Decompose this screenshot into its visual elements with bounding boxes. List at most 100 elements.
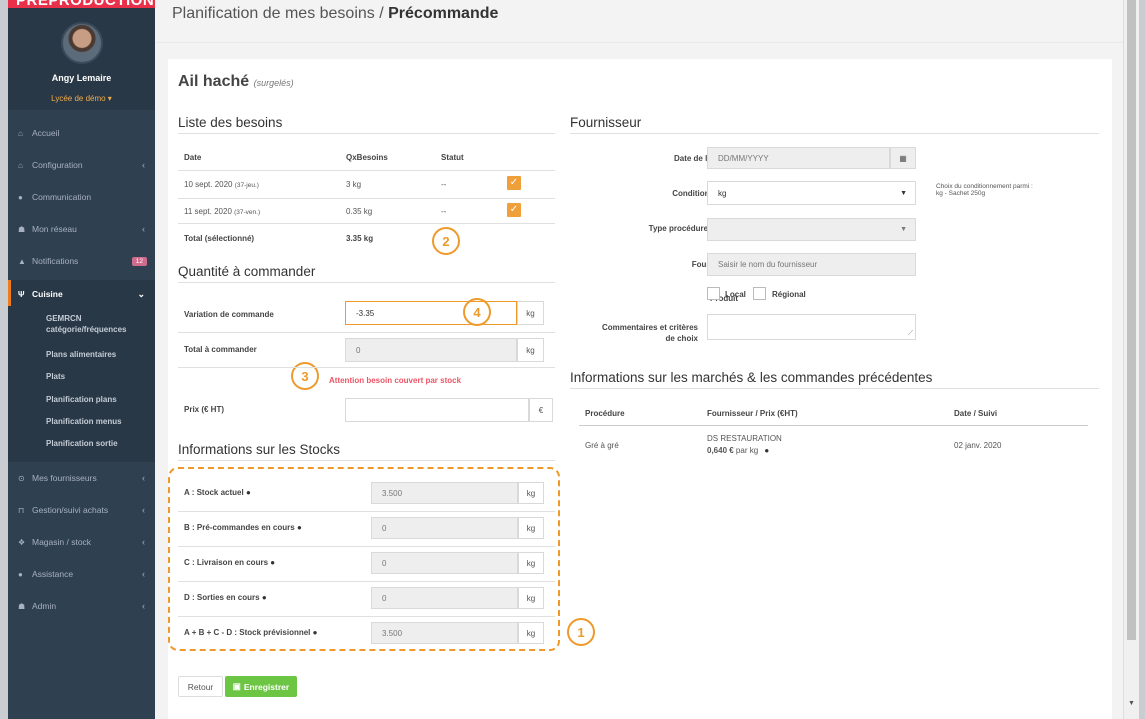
variation-unit: kg bbox=[517, 301, 544, 325]
main-content: Ail haché (surgelés) Liste des besoins D… bbox=[155, 43, 1123, 719]
cutlery-icon: Ψ bbox=[18, 289, 25, 299]
brand-banner: PREPRODUCTION bbox=[8, 0, 155, 8]
annotation-marker-4: 4 bbox=[463, 298, 491, 326]
sidebar-item-communication[interactable]: ● Communication bbox=[8, 183, 155, 211]
brand-label: PREPRODUCTION bbox=[16, 0, 154, 8]
sidebar-item-label: Mes fournisseurs bbox=[32, 473, 97, 483]
scrollbar-thumb[interactable] bbox=[1127, 0, 1136, 640]
stock-row-label: A + B + C - D : Stock prévisionnel ● bbox=[184, 628, 317, 637]
prix-input[interactable] bbox=[345, 398, 529, 422]
sidebar-item-admin[interactable]: ☗ Admin ‹ bbox=[8, 592, 155, 620]
sidebar-item-mon-reseau[interactable]: ☗ Mon réseau ‹ bbox=[8, 215, 155, 243]
calendar-icon[interactable]: ▦ bbox=[890, 147, 916, 169]
info-icon[interactable]: ● bbox=[764, 446, 769, 455]
bell-icon: ▲ bbox=[18, 256, 26, 266]
divider bbox=[570, 133, 1099, 134]
sidebar-item-label: Gestion/suivi achats bbox=[32, 505, 109, 515]
divider bbox=[570, 388, 1099, 389]
avatar[interactable] bbox=[61, 22, 103, 64]
stock-row-label: A : Stock actuel ● bbox=[184, 488, 251, 497]
stock-unit: kg bbox=[518, 482, 544, 504]
row-procedure: Gré à gré bbox=[585, 441, 619, 450]
regional-label: Régional bbox=[772, 290, 806, 299]
sidebar-item-cuisine[interactable]: Ψ Cuisine ⌄ bbox=[8, 280, 155, 308]
row-select-checkbox[interactable]: ✓ bbox=[507, 203, 521, 217]
fournisseur-input[interactable]: Saisir le nom du fournisseur bbox=[707, 253, 916, 276]
total-selected-value: 3.35 kg bbox=[346, 234, 374, 243]
submenu-planification-menus[interactable]: Planification menus bbox=[46, 416, 122, 427]
type-procedure-select[interactable]: ▼ bbox=[707, 218, 916, 241]
stock-warning-message: Attention besoin couvert par stock bbox=[329, 376, 462, 385]
sidebar-item-magasin-stock[interactable]: ❖ Magasin / stock ‹ bbox=[8, 528, 155, 556]
commentaires-textarea[interactable]: ⟋ bbox=[707, 314, 916, 340]
page-header: Planification de mes besoins / Précomman… bbox=[155, 0, 1123, 43]
sidebar-item-configuration[interactable]: ⌂ Configuration ‹ bbox=[8, 151, 155, 179]
notifications-badge: 12 bbox=[131, 256, 147, 266]
livraison-input[interactable]: 0 bbox=[371, 552, 518, 574]
submenu-plans-alimentaires[interactable]: Plans alimentaires bbox=[46, 349, 116, 360]
row-day: (37-jeu.) bbox=[234, 182, 259, 189]
sidebar-item-accueil[interactable]: ⌂ Accueil bbox=[8, 119, 155, 147]
total-commande-unit: kg bbox=[517, 338, 544, 362]
caret-down-icon: ▼ bbox=[900, 226, 907, 233]
scroll-down-arrow-icon[interactable]: ▼ bbox=[1128, 700, 1135, 707]
caret-down-icon: ▼ bbox=[900, 189, 907, 197]
sidebar-item-label: Configuration bbox=[32, 160, 83, 170]
label-line: de choix bbox=[665, 334, 698, 343]
local-checkbox[interactable] bbox=[707, 287, 720, 300]
chevron-left-icon: ‹ bbox=[142, 224, 145, 234]
resize-handle-icon[interactable]: ⟋ bbox=[908, 330, 913, 338]
divider bbox=[178, 460, 555, 461]
cubes-icon: ❖ bbox=[18, 537, 26, 547]
divider bbox=[178, 511, 555, 512]
divider bbox=[178, 332, 555, 333]
row-date: 11 sept. 2020 (37-ven.) bbox=[184, 207, 260, 216]
row-qx: 0.35 kg bbox=[346, 207, 373, 216]
col-header-qx: QxBesoins bbox=[346, 153, 388, 162]
admin-users-icon: ☗ bbox=[18, 601, 26, 611]
stock-actuel-input[interactable]: 3.500 bbox=[371, 482, 518, 504]
prix-currency: € bbox=[529, 398, 553, 422]
date-livraison-input[interactable]: DD/MM/YYYY bbox=[707, 147, 890, 169]
sidebar-item-gestion-achats[interactable]: ⊓ Gestion/suivi achats ‹ bbox=[8, 496, 155, 524]
submenu-planification-sortie[interactable]: Planification sortie bbox=[46, 438, 118, 449]
variation-label: Variation de commande bbox=[184, 310, 274, 319]
product-category: (surgelés) bbox=[253, 78, 294, 88]
scrollbar[interactable]: ▼ bbox=[1123, 0, 1139, 719]
stock-label-text: D : Sorties en cours bbox=[184, 593, 260, 602]
save-button[interactable]: ▣ Enregistrer bbox=[225, 676, 297, 697]
window-frame-left bbox=[0, 0, 8, 719]
stock-row-label: C : Livraison en cours ● bbox=[184, 558, 275, 567]
stock-previsionnel-input[interactable]: 3.500 bbox=[371, 622, 518, 644]
chevron-left-icon: ‹ bbox=[142, 569, 145, 579]
comments-icon: ● bbox=[18, 192, 23, 202]
submenu-plats[interactable]: Plats bbox=[46, 371, 65, 382]
chevron-left-icon: ‹ bbox=[142, 537, 145, 547]
conditionnement-select[interactable]: kg ▼ bbox=[707, 181, 916, 205]
chevron-left-icon: ‹ bbox=[142, 505, 145, 515]
window-frame-right bbox=[1139, 0, 1145, 719]
sidebar-item-notifications[interactable]: ▲ Notifications 12 bbox=[8, 247, 155, 275]
precommandes-input[interactable]: 0 bbox=[371, 517, 518, 539]
sidebar-item-assistance[interactable]: ● Assistance ‹ bbox=[8, 560, 155, 588]
divider bbox=[178, 367, 555, 368]
row-select-checkbox[interactable]: ✓ bbox=[507, 176, 521, 190]
row-date-suivi: 02 janv. 2020 bbox=[954, 441, 1002, 450]
retour-button[interactable]: Retour bbox=[178, 676, 223, 697]
info-icon: ● bbox=[270, 558, 276, 567]
school-dropdown[interactable]: Lycée de démo ▾ bbox=[8, 94, 155, 103]
chevron-left-icon: ‹ bbox=[142, 601, 145, 611]
fournisseur-section-title: Fournisseur bbox=[570, 115, 642, 130]
total-commande-input[interactable]: 0 bbox=[345, 338, 517, 362]
submenu-gemrcn[interactable]: GEMRCN catégorie/fréquences bbox=[46, 313, 146, 335]
submenu-planification-plans[interactable]: Planification plans bbox=[46, 394, 117, 405]
regional-checkbox[interactable] bbox=[753, 287, 766, 300]
precommande-panel: Ail haché (surgelés) Liste des besoins D… bbox=[168, 59, 1112, 719]
divider bbox=[178, 616, 555, 617]
sidebar-item-mes-fournisseurs[interactable]: ⊙ Mes fournisseurs ‹ bbox=[8, 464, 155, 492]
sidebar-item-label: Assistance bbox=[32, 569, 74, 579]
stocks-section-title: Informations sur les Stocks bbox=[178, 442, 341, 457]
sorties-input[interactable]: 0 bbox=[371, 587, 518, 609]
row-date-text: 10 sept. 2020 bbox=[184, 180, 233, 189]
variation-input[interactable]: -3.35 bbox=[345, 301, 517, 325]
